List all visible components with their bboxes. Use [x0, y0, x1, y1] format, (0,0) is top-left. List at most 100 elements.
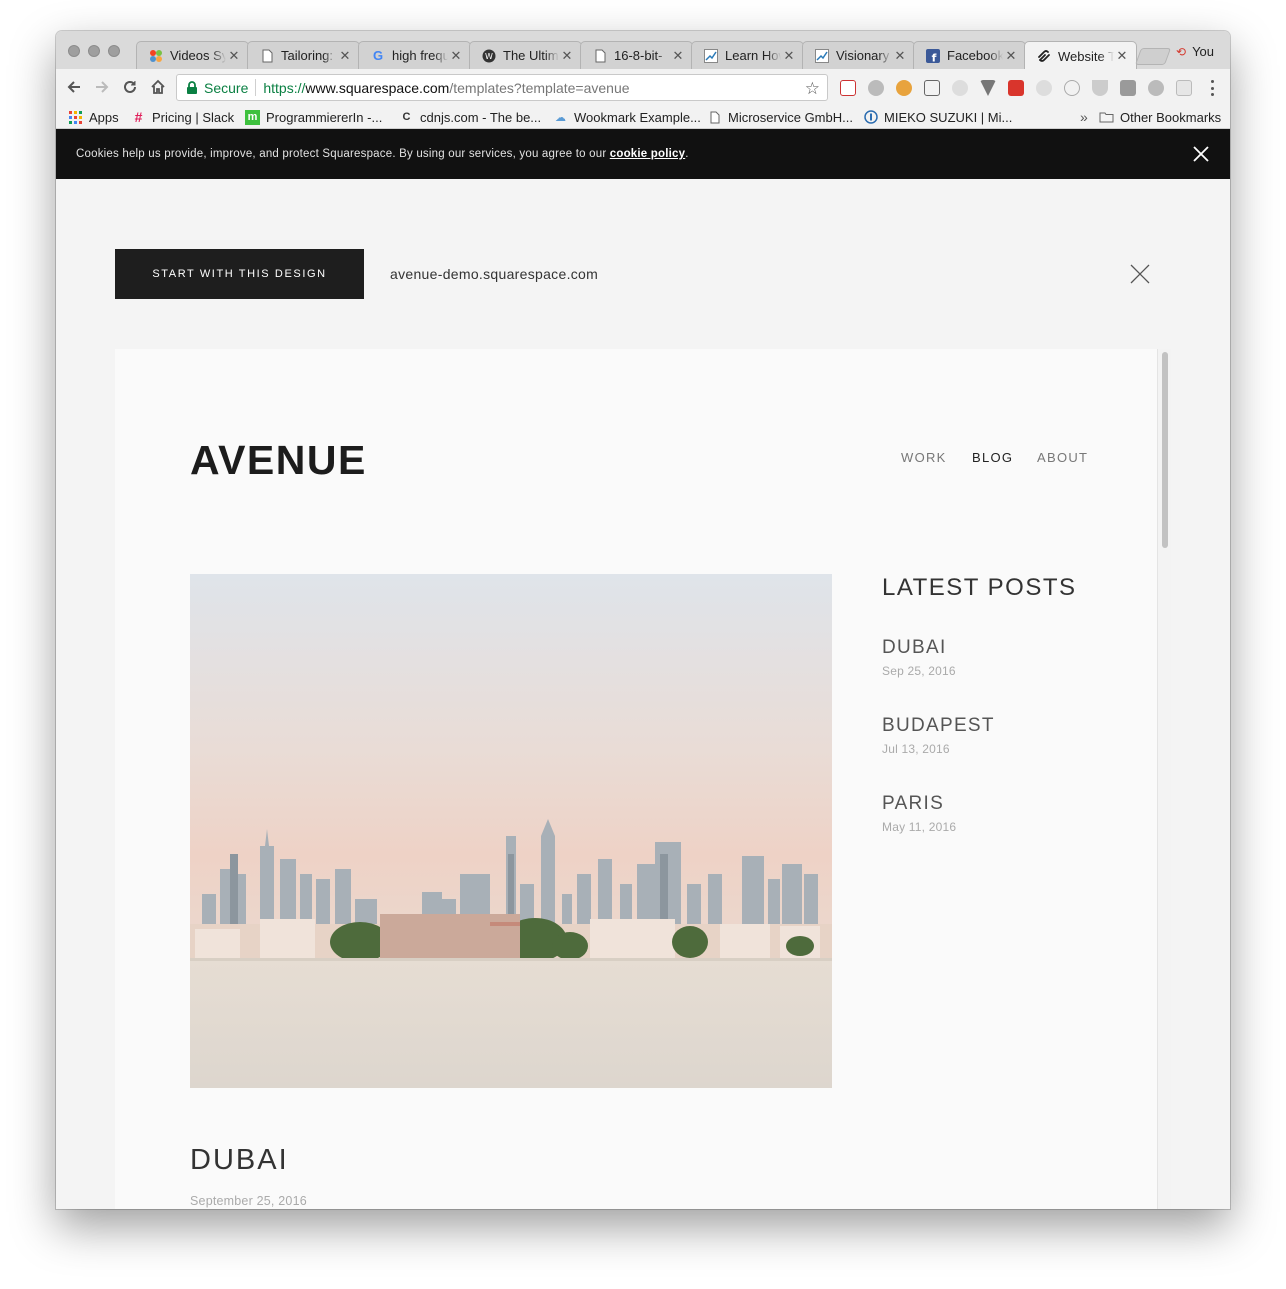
browser-tab[interactable]: f Facebook ✕ — [913, 41, 1026, 69]
fingerprint-extension-icon[interactable] — [868, 80, 884, 96]
extension-icon[interactable] — [1036, 80, 1052, 96]
forward-button[interactable] — [91, 76, 113, 98]
back-button[interactable] — [63, 76, 85, 98]
page-icon — [707, 110, 722, 125]
close-icon[interactable]: ✕ — [894, 48, 906, 64]
todo-extension-icon[interactable] — [840, 80, 856, 96]
home-button[interactable] — [147, 76, 169, 98]
browser-tab[interactable]: 16-8-bit- ✕ — [580, 41, 693, 69]
browser-tab[interactable]: Videos Sy ✕ — [136, 41, 249, 69]
url-scheme: https:// — [263, 79, 306, 96]
apps-grid-icon — [68, 110, 83, 125]
secure-label: Secure — [204, 79, 249, 96]
close-window-button[interactable] — [68, 45, 80, 57]
svg-text:f: f — [932, 51, 937, 63]
browser-tab[interactable]: Learn How ✕ — [691, 41, 804, 69]
address-bar[interactable]: Secure https://www.squarespace.com/templ… — [176, 74, 828, 101]
profile-icon: ⟲ — [1176, 44, 1187, 59]
nav-blog[interactable]: BLOG — [972, 450, 1013, 465]
vue-devtools-icon[interactable] — [980, 80, 996, 96]
close-icon[interactable]: ✕ — [783, 48, 795, 64]
other-bookmarks-folder[interactable]: Other Bookmarks — [1099, 108, 1221, 126]
folder-icon — [1099, 110, 1114, 125]
bookmarks-overflow-button[interactable]: » — [1080, 108, 1088, 126]
lock-icon — [187, 80, 197, 94]
slack-icon: # — [134, 109, 143, 125]
demo-url[interactable]: avenue-demo.squarespace.com — [390, 266, 598, 282]
close-icon[interactable] — [1192, 145, 1210, 163]
squarespace-icon — [1037, 49, 1051, 63]
latest-post-link[interactable]: BUDAPEST — [882, 715, 995, 737]
browser-toolbar: Secure https://www.squarespace.com/templ… — [56, 69, 1230, 106]
extension-icon[interactable] — [952, 80, 968, 96]
reload-button[interactable] — [119, 76, 141, 98]
tab-strip: Videos Sy ✕ Tailoring: ✕ G high frequ ✕ … — [56, 31, 1230, 70]
latest-posts-heading: LATEST POSTS — [882, 574, 1077, 601]
start-with-this-design-button[interactable]: START WITH THIS DESIGN — [115, 249, 364, 299]
browser-tab-active[interactable]: Website T ✕ — [1024, 41, 1137, 70]
cast-icon[interactable] — [924, 80, 940, 96]
js-extension-icon[interactable] — [1120, 80, 1136, 96]
chart-icon — [815, 48, 829, 63]
bookmark-apps[interactable]: Apps — [68, 108, 119, 126]
url-host: www.squarespace.com — [305, 79, 450, 96]
bookmark-star-icon[interactable]: ☆ — [805, 79, 820, 99]
back-arrow-icon — [67, 81, 80, 93]
browser-tab[interactable]: Visionary ✕ — [802, 41, 915, 69]
browser-tab[interactable]: W The Ultim ✕ — [469, 41, 582, 69]
zoom-window-button[interactable] — [108, 45, 120, 57]
cloud-icon: ☁ — [555, 111, 566, 124]
cookie-policy-link[interactable]: cookie policy — [610, 148, 685, 160]
site-logo[interactable]: AVENUE — [190, 437, 367, 484]
bookmark-item[interactable]: # Pricing | Slack — [131, 108, 235, 126]
scrollbar-thumb[interactable] — [1162, 352, 1168, 548]
profile-button[interactable]: ⟲ You — [1176, 44, 1214, 59]
nav-about[interactable]: ABOUT — [1037, 450, 1088, 465]
minimize-window-button[interactable] — [88, 45, 100, 57]
extension-icon[interactable] — [1176, 80, 1192, 96]
latest-post-link[interactable]: DUBAI — [882, 637, 947, 659]
cookie-banner: Cookies help us provide, improve, and pr… — [56, 129, 1230, 179]
template-preview-frame: AVENUE WORK BLOG ABOUT LATEST POSTS DUBA… — [115, 349, 1157, 1209]
close-icon[interactable]: ✕ — [672, 48, 684, 64]
chart-icon — [704, 48, 718, 63]
reload-icon — [124, 80, 136, 93]
circle-logo-icon — [863, 110, 878, 125]
browser-tab[interactable]: G high frequ ✕ — [358, 41, 471, 69]
post-hero-image[interactable] — [190, 574, 832, 1088]
forward-arrow-icon — [96, 81, 109, 93]
bookmark-item[interactable]: ☁ Wookmark Example... — [553, 108, 701, 126]
page-icon — [593, 49, 607, 63]
browser-menu-icon[interactable] — [1206, 78, 1218, 98]
close-icon[interactable]: ✕ — [1116, 48, 1128, 64]
extension-icon[interactable] — [1064, 80, 1080, 96]
close-icon[interactable]: ✕ — [450, 48, 462, 64]
joomla-icon — [149, 49, 163, 63]
close-icon[interactable]: ✕ — [339, 48, 351, 64]
close-icon[interactable]: ✕ — [1005, 48, 1017, 64]
bookmark-item[interactable]: MIEKO SUZUKI | Mi... — [863, 108, 1012, 126]
bookmark-item[interactable]: m ProgrammiererIn -... — [245, 108, 382, 126]
nav-work[interactable]: WORK — [901, 450, 947, 465]
bookmarks-bar: Apps # Pricing | Slack m ProgrammiererIn… — [56, 106, 1230, 129]
latest-post-link[interactable]: PARIS — [882, 793, 944, 815]
new-tab-button[interactable] — [1134, 48, 1172, 65]
browser-window: Videos Sy ✕ Tailoring: ✕ G high frequ ✕ … — [56, 31, 1230, 1209]
svg-text:W: W — [485, 52, 493, 61]
record-extension-icon[interactable] — [1008, 80, 1024, 96]
bookmark-item[interactable]: Microservice GmbH... — [707, 108, 853, 126]
url-path: /templates?template=avenue — [449, 79, 630, 96]
shield-extension-icon[interactable] — [1092, 80, 1108, 96]
m-logo-icon: m — [245, 109, 260, 125]
close-icon[interactable]: ✕ — [561, 48, 573, 64]
paw-extension-icon[interactable] — [1148, 80, 1164, 96]
bookmark-item[interactable]: C cdnjs.com - The be... — [399, 108, 542, 126]
close-preview-icon[interactable] — [1130, 264, 1150, 284]
latest-post-date: Sep 25, 2016 — [882, 664, 956, 678]
article-title[interactable]: DUBAI — [190, 1144, 289, 1177]
browser-tab[interactable]: Tailoring: ✕ — [247, 41, 360, 69]
wordpress-icon: W — [482, 49, 496, 63]
preview-scrollbar[interactable] — [1157, 349, 1171, 1209]
txt-extension-icon[interactable] — [896, 80, 912, 96]
close-icon[interactable]: ✕ — [228, 48, 240, 64]
